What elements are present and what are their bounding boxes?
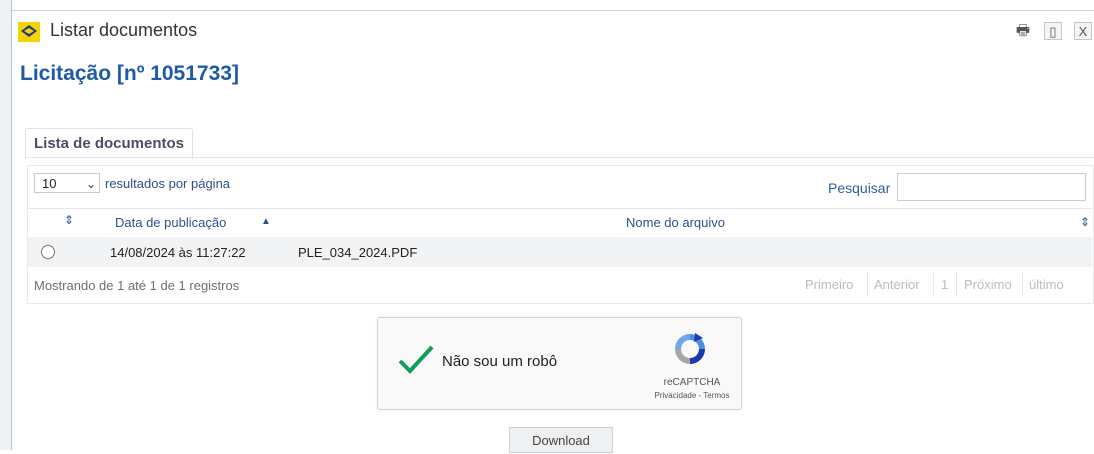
pagination-page[interactable]: 1 [941,277,948,292]
bank-logo-icon [18,22,40,42]
sort-ascending-icon[interactable]: ▲ [261,216,271,227]
row-select-radio[interactable] [41,245,55,259]
search-input[interactable] [897,173,1086,201]
pagination-divider [1022,272,1023,296]
table-row[interactable]: 14/08/2024 às 11:27:22 PLE_034_2024.PDF [28,237,1092,267]
pagination-last[interactable]: último [1029,277,1064,292]
recaptcha-links[interactable]: Privacidade - Termos [628,391,756,400]
results-per-page-label: resultados por página [105,176,231,191]
left-background-strip [0,0,12,450]
window-titlebar: Listar documentos 🖶 ▯ X [12,14,1094,50]
recaptcha-brand: reCAPTCHA [663,377,721,388]
chevron-down-icon: ⌄ [85,177,96,191]
tab-divider [25,157,1094,158]
recaptcha-icon [675,333,705,364]
column-header-date[interactable]: Data de publicação [115,215,226,230]
cell-file[interactable]: PLE_034_2024.PDF [298,245,417,260]
maximize-button[interactable]: ▯ [1044,22,1062,40]
page-size-select[interactable]: 10 ⌄ [34,173,100,193]
window-top-edge [0,0,1094,11]
close-button[interactable]: X [1074,22,1092,40]
table-info: Mostrando de 1 até 1 de 1 registros [34,278,240,293]
checkmark-icon[interactable] [397,344,435,376]
tab-document-list[interactable]: Lista de documentos [25,128,194,159]
pagination-previous[interactable]: Anterior [874,277,920,292]
cell-date: 14/08/2024 às 11:27:22 [110,245,246,260]
window-title: Listar documentos [50,20,198,40]
page-title: Licitação [nº 1051733] [20,62,239,85]
captcha-label: Não sou um robô [442,353,558,370]
search-label: Pesquisar [828,180,891,196]
download-button[interactable]: Download [509,427,613,453]
recaptcha-widget[interactable]: Não sou um robô reCAPTCHA Privacidade - … [377,317,742,410]
pagination-next[interactable]: Próximo [964,277,1012,292]
column-header-file[interactable]: Nome do arquivo [626,215,725,230]
page-size-value: 10 [42,176,57,191]
pagination-divider [956,272,957,296]
pagination-divider [867,272,868,296]
table-header: ⇕ Data de publicação ▲ Nome do arquivo ⇕ [28,208,1092,238]
sort-icon[interactable]: ⇕ [64,213,74,227]
print-icon[interactable]: 🖶 [1014,22,1032,40]
pagination-divider [933,272,934,296]
pagination-first[interactable]: Primeiro [805,277,853,292]
sort-icon[interactable]: ⇕ [1080,215,1090,229]
